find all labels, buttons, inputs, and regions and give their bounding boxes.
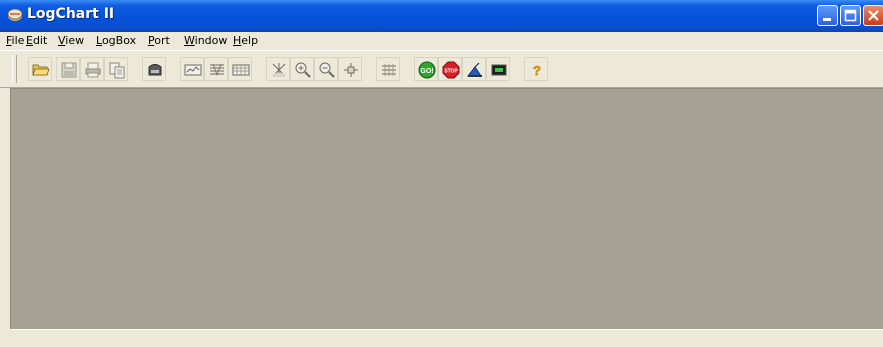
device-icon	[148, 64, 162, 76]
stop-button[interactable]: STOP	[438, 57, 462, 81]
status-bar	[10, 329, 883, 347]
zoom-out-button[interactable]	[314, 57, 338, 81]
menu-edit[interactable]: Edit	[26, 34, 47, 47]
window-title: LogChart II	[27, 6, 115, 22]
maximize-icon	[844, 9, 857, 22]
title-bar[interactable]: LogChart II	[0, 0, 883, 32]
scale-icon	[382, 64, 396, 76]
svg-text:?: ?	[533, 63, 541, 78]
print-button[interactable]	[80, 57, 104, 81]
close-icon	[868, 10, 879, 21]
monitor-icon	[491, 64, 507, 76]
menu-port[interactable]: Port	[148, 34, 170, 47]
open-button[interactable]	[28, 57, 52, 81]
menu-logbox[interactable]: LogBox	[96, 34, 136, 47]
chart-view-button[interactable]	[180, 57, 204, 81]
toolbar: GO! STOP ?	[0, 50, 883, 88]
help-icon: ?	[533, 63, 541, 78]
scale-button[interactable]	[376, 57, 400, 81]
maximize-button[interactable]	[840, 5, 861, 26]
monitor-button[interactable]	[486, 57, 510, 81]
zoom-full-button[interactable]	[266, 57, 290, 81]
zoom-out-icon	[319, 62, 335, 78]
zoom-in-icon	[295, 62, 311, 78]
go-button[interactable]: GO!	[414, 57, 438, 81]
save-button[interactable]	[56, 57, 80, 81]
print-icon	[85, 62, 101, 78]
pan-icon	[344, 63, 358, 77]
menu-file[interactable]: File	[6, 34, 24, 47]
toolbar-grip[interactable]	[12, 55, 17, 83]
mdi-client-area[interactable]	[10, 88, 883, 329]
grid-view-button[interactable]	[228, 57, 252, 81]
menu-bar: File Edit View LogBox Port Window Help	[0, 32, 883, 50]
app-icon	[7, 7, 23, 23]
device-button[interactable]	[142, 57, 166, 81]
settings-icon	[466, 62, 482, 77]
minimize-button[interactable]	[817, 5, 838, 26]
svg-text:GO!: GO!	[420, 68, 433, 75]
table-view-icon	[210, 63, 224, 77]
stop-icon: STOP	[442, 61, 460, 79]
menu-view[interactable]: View	[58, 34, 84, 47]
open-folder-icon	[32, 64, 50, 76]
table-view-button[interactable]	[204, 57, 228, 81]
minimize-icon	[823, 18, 831, 21]
menu-window[interactable]: Window	[184, 34, 227, 47]
app-window: LogChart II File Edit View LogBox Port W…	[0, 0, 883, 347]
settings-button[interactable]	[462, 57, 486, 81]
zoom-in-button[interactable]	[290, 57, 314, 81]
go-icon: GO!	[418, 61, 436, 79]
svg-text:STOP: STOP	[444, 69, 458, 75]
chart-view-icon	[184, 64, 202, 76]
zoom-full-icon	[272, 63, 286, 77]
pan-button[interactable]	[338, 57, 362, 81]
menu-help[interactable]: Help	[233, 34, 258, 47]
copy-button[interactable]	[104, 57, 128, 81]
close-button[interactable]	[863, 5, 883, 26]
save-disk-icon	[61, 62, 77, 78]
help-button[interactable]: ?	[524, 57, 548, 81]
grid-view-icon	[232, 64, 250, 76]
copy-icon	[109, 62, 125, 79]
